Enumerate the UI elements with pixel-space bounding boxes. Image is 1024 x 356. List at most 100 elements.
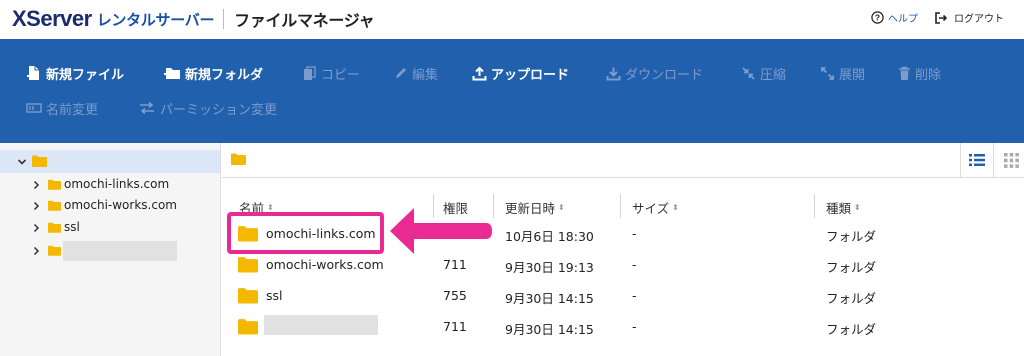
permission-button[interactable]: パーミッション変更 <box>138 98 277 118</box>
new-file-label: 新規ファイル <box>46 67 125 83</box>
upload-label: アップロード <box>491 67 570 83</box>
path-bar <box>222 143 1024 178</box>
file-type: フォルダ <box>826 291 877 306</box>
logout-link[interactable]: ログアウト <box>934 10 1004 25</box>
column-header-label: サイズ <box>632 201 670 216</box>
extract-label: 展開 <box>839 67 866 83</box>
table-row[interactable]: ssl 755 9月30日 14:15 - フォルダ <box>222 282 1024 312</box>
download-label: ダウンロード <box>625 67 704 83</box>
upload-button[interactable]: アップロード <box>472 63 569 83</box>
column-header-label: 種類 <box>826 201 852 216</box>
trash-icon <box>899 66 910 80</box>
toolbar: 新規ファイル 新規フォルダ コピー 編集 アップロード ダウンロード 圧縮 展開… <box>0 39 1024 143</box>
folder-icon <box>238 288 258 304</box>
expand-icon <box>821 66 834 80</box>
chevron-right-icon[interactable] <box>33 223 40 233</box>
brand-sub: レンタルサーバー <box>96 10 215 29</box>
upload-icon <box>472 66 487 80</box>
grid-view-icon <box>1003 152 1019 168</box>
new-folder-label: 新規フォルダ <box>185 67 264 83</box>
new-file-button[interactable]: 新規ファイル <box>26 63 124 83</box>
file-type: フォルダ <box>826 229 877 244</box>
chevron-right-icon[interactable] <box>33 180 40 190</box>
file-modified: 10月6日 18:30 <box>505 229 594 244</box>
file-name[interactable]: omochi-works.com <box>266 257 384 272</box>
file-name[interactable]: ssl <box>266 288 283 303</box>
download-button[interactable]: ダウンロード <box>606 63 703 83</box>
column-header-modified[interactable]: 更新日時 ⬍ <box>505 198 565 217</box>
edit-label: 編集 <box>412 67 439 83</box>
sort-icon: ⬍ <box>854 202 861 212</box>
extract-button[interactable]: 展開 <box>820 63 865 83</box>
toolbar-row-1: 新規ファイル 新規フォルダ コピー 編集 アップロード ダウンロード 圧縮 展開… <box>0 63 1024 83</box>
folder-icon <box>238 257 258 273</box>
chevron-down-icon[interactable] <box>17 158 27 166</box>
file-size: - <box>632 226 637 241</box>
delete-button[interactable]: 削除 <box>898 63 941 83</box>
help-link[interactable]: ? ヘルプ <box>871 10 918 25</box>
file-size: - <box>632 288 637 303</box>
rename-icon <box>26 103 42 113</box>
column-header-label: 更新日時 <box>505 201 556 216</box>
table-row[interactable]: omochi-works.com 711 9月30日 19:13 - フォルダ <box>222 251 1024 281</box>
rename-label: 名前変更 <box>46 102 99 118</box>
permission-icon <box>140 101 154 115</box>
folder-icon <box>238 319 258 335</box>
file-type: フォルダ <box>826 260 877 275</box>
help-icon: ? <box>871 11 884 24</box>
folder-icon <box>32 155 47 167</box>
redacted-name <box>264 315 378 335</box>
svg-text:?: ? <box>875 13 880 23</box>
sort-icon: ⬍ <box>267 202 274 212</box>
chevron-right-icon[interactable] <box>33 246 40 256</box>
tree-item-label: omochi-works.com <box>64 198 177 212</box>
compress-button[interactable]: 圧縮 <box>741 63 786 83</box>
column-divider <box>814 194 815 218</box>
column-header-type[interactable]: 種類 ⬍ <box>826 198 861 217</box>
file-permission: 711 <box>443 319 467 334</box>
copy-icon <box>304 65 316 80</box>
redacted-name <box>63 241 177 261</box>
tree-item[interactable]: ssl <box>0 218 220 238</box>
list-view-icon <box>969 154 985 166</box>
tree-root[interactable] <box>0 150 220 173</box>
sort-icon: ⬍ <box>672 202 679 212</box>
chevron-right-icon[interactable] <box>33 201 40 211</box>
tree-item[interactable]: omochi-works.com <box>0 196 220 216</box>
new-folder-button[interactable]: 新規フォルダ <box>163 63 263 83</box>
grid-view-button[interactable] <box>994 143 1024 177</box>
delete-label: 削除 <box>915 67 942 83</box>
compress-label: 圧縮 <box>760 67 787 83</box>
column-header-size[interactable]: サイズ ⬍ <box>632 198 679 217</box>
new-folder-icon <box>164 68 180 79</box>
table-row[interactable]: 711 9月30日 14:15 - フォルダ <box>222 313 1024 343</box>
pencil-icon <box>396 68 406 78</box>
new-file-icon <box>27 66 39 80</box>
file-size: - <box>632 257 637 272</box>
tree-item-label: ssl <box>64 220 80 234</box>
toolbar-row-2: 名前変更 パーミッション変更 <box>0 98 1024 118</box>
folder-icon <box>48 200 61 211</box>
rename-button[interactable]: 名前変更 <box>26 98 98 118</box>
tree-item[interactable] <box>0 241 220 261</box>
compress-icon <box>742 66 755 80</box>
tree-item[interactable]: omochi-links.com <box>0 175 220 195</box>
folder-icon <box>48 179 61 190</box>
copy-button[interactable]: コピー <box>303 63 360 83</box>
app-header: XServer レンタルサーバー ファイルマネージャ ? ヘルプ ログアウト <box>0 0 1024 39</box>
list-view-button[interactable] <box>960 143 994 177</box>
folder-icon <box>48 222 61 233</box>
logout-label: ログアウト <box>954 14 1004 25</box>
tree-item-label: omochi-links.com <box>64 177 170 191</box>
edit-button[interactable]: 編集 <box>394 63 438 83</box>
file-modified: 9月30日 19:13 <box>505 260 594 275</box>
sort-icon: ⬍ <box>558 202 565 212</box>
file-permission: 755 <box>443 288 467 303</box>
permission-label: パーミッション変更 <box>160 102 278 118</box>
highlight-box <box>227 212 384 254</box>
column-divider <box>620 194 621 218</box>
brand-logo: XServer レンタルサーバー ファイルマネージャ <box>12 6 375 32</box>
app-title: ファイルマネージャ <box>234 11 375 30</box>
file-size: - <box>632 319 637 334</box>
folder-icon[interactable] <box>231 153 246 165</box>
